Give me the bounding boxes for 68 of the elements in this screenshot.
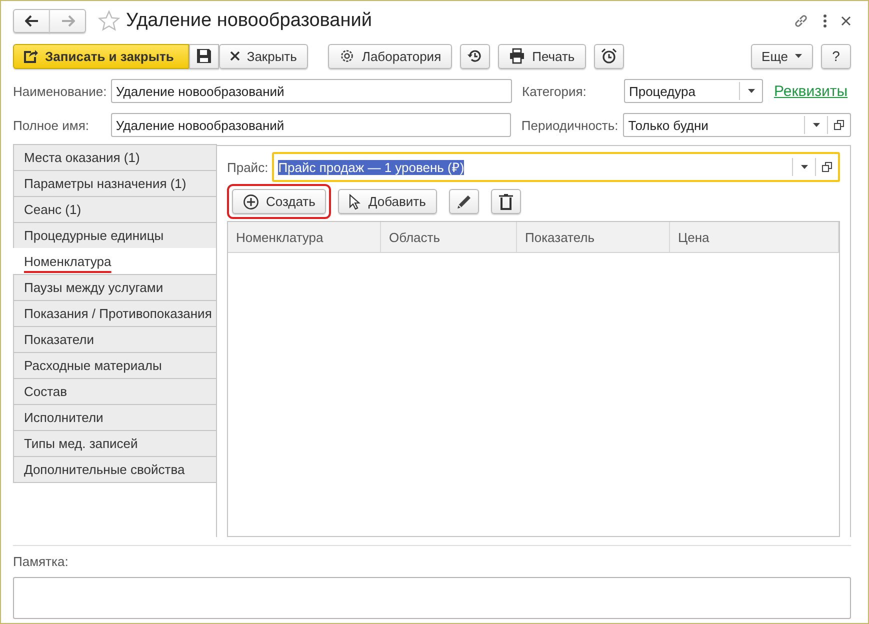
column-header[interactable]: Номенклатура xyxy=(228,222,381,252)
close-button[interactable]: Закрыть xyxy=(218,44,308,68)
side-tab[interactable]: Расходные материалы xyxy=(13,352,217,379)
save-and-close-button[interactable]: Записать и закрыть xyxy=(13,44,189,68)
open-icon[interactable] xyxy=(834,120,844,130)
star-icon[interactable] xyxy=(98,10,120,32)
laboratory-button[interactable]: Лаборатория xyxy=(328,44,452,68)
plus-circle-icon xyxy=(243,194,259,210)
category-dropdown[interactable]: Процедура xyxy=(624,79,763,103)
window-title: Удаление новообразований xyxy=(126,10,372,32)
name-field[interactable]: Удаление новообразований xyxy=(111,79,512,103)
price-label: Прайс: xyxy=(227,160,268,174)
close-icon[interactable] xyxy=(841,16,851,26)
trash-icon xyxy=(498,194,513,210)
column-header[interactable]: Показатель xyxy=(517,222,670,252)
delete-button[interactable] xyxy=(490,189,521,214)
side-tab[interactable]: Дополнительные свойства xyxy=(13,456,217,483)
side-tab[interactable]: Показания / Противопоказания xyxy=(13,300,217,327)
field-label: Полное имя: xyxy=(13,118,90,132)
back-button[interactable] xyxy=(13,9,50,33)
side-tab[interactable]: Процедурные единицы xyxy=(13,222,217,249)
field-label: Наименование: xyxy=(13,84,108,98)
periodicity-dropdown[interactable]: Только будни xyxy=(623,113,851,137)
side-tab[interactable]: Номенклатура xyxy=(13,248,217,275)
side-tab[interactable]: Параметры назначения (1) xyxy=(13,170,217,197)
add-button[interactable]: Добавить xyxy=(338,189,437,214)
column-header[interactable]: Цена xyxy=(670,222,839,252)
reminder-button[interactable] xyxy=(594,44,624,68)
side-tab[interactable]: Паузы между услугами xyxy=(13,274,217,301)
alarm-clock-icon xyxy=(600,48,617,64)
side-tab[interactable]: Показатели xyxy=(13,326,217,353)
help-button[interactable]: ? xyxy=(821,44,851,68)
print-button[interactable]: Печать xyxy=(498,44,586,68)
printer-icon xyxy=(509,48,526,64)
side-tab[interactable]: Исполнители xyxy=(13,404,217,431)
memo-field[interactable] xyxy=(13,577,851,619)
edit-button[interactable] xyxy=(448,189,479,214)
create-button[interactable]: Создать xyxy=(232,189,326,214)
save-close-icon xyxy=(22,48,38,64)
side-tab[interactable]: Места оказания (1) xyxy=(13,144,217,171)
more-menu-button[interactable]: Еще xyxy=(750,44,813,68)
save-button[interactable] xyxy=(188,44,219,68)
gear-icon xyxy=(338,48,355,64)
more-dots-icon[interactable] xyxy=(823,14,827,28)
back-arrow-icon xyxy=(24,15,38,27)
details-link[interactable]: Реквизиты xyxy=(774,82,848,100)
price-dropdown[interactable]: Прайс продаж — 1 уровень (₽) xyxy=(272,152,840,182)
pencil-icon xyxy=(456,194,472,210)
column-header[interactable]: Область xyxy=(381,222,517,252)
forward-arrow-icon xyxy=(60,15,74,27)
caret-icon xyxy=(800,165,808,169)
side-tab[interactable]: Сеанс (1) xyxy=(13,196,217,223)
cursor-icon xyxy=(349,194,362,210)
memo-label: Памятка: xyxy=(13,554,70,569)
caret-icon xyxy=(795,54,802,58)
caret-icon xyxy=(812,123,820,127)
field-label: Периодичность: xyxy=(521,118,620,132)
link-icon[interactable] xyxy=(793,13,809,29)
side-tab[interactable]: Типы мед. записей xyxy=(13,430,217,457)
full-name-field[interactable]: Удаление новообразований xyxy=(110,113,512,137)
history-icon xyxy=(467,48,484,64)
open-icon[interactable] xyxy=(822,162,832,172)
field-label: Категория: xyxy=(522,84,588,98)
side-tab[interactable]: Состав xyxy=(13,378,217,405)
history-button[interactable] xyxy=(460,44,490,68)
caret-icon xyxy=(748,89,754,93)
save-icon xyxy=(196,48,212,64)
close-icon xyxy=(230,51,240,61)
